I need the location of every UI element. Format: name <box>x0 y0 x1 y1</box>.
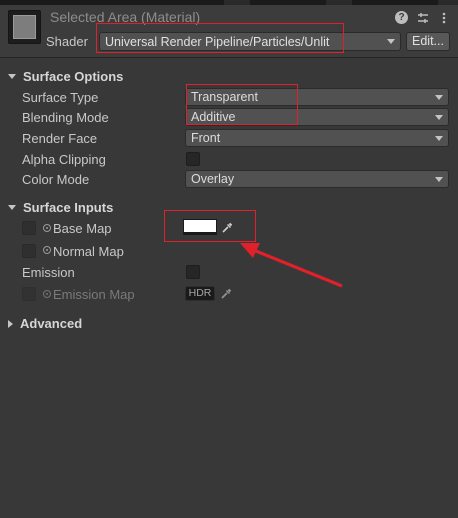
annotation-arrow-icon <box>240 243 343 288</box>
surface-inputs-foldout[interactable]: Surface Inputs <box>8 200 113 215</box>
render-face-value: Front <box>191 131 221 145</box>
annotation-box-surface-blend <box>186 84 298 125</box>
chevron-down-icon <box>8 74 16 79</box>
chevron-down-icon <box>8 205 16 210</box>
surface-type-label: Surface Type <box>22 90 99 105</box>
base-map-label: Base Map <box>53 221 112 236</box>
chevron-down-icon <box>435 136 443 141</box>
base-map-texture-slot[interactable] <box>22 221 36 235</box>
object-picker-icon[interactable] <box>43 290 51 298</box>
normal-map-texture-slot[interactable] <box>22 244 36 258</box>
emission-checkbox[interactable] <box>186 265 200 279</box>
section-title: Surface Options <box>23 69 124 84</box>
alpha-clipping-label: Alpha Clipping <box>22 152 106 167</box>
color-mode-label: Color Mode <box>22 172 90 187</box>
emission-map-texture-slot[interactable] <box>22 287 36 301</box>
emission-hdr-color[interactable]: HDR <box>185 286 215 301</box>
shader-label: Shader <box>46 34 88 49</box>
section-title: Surface Inputs <box>23 200 114 215</box>
advanced-foldout[interactable]: Advanced <box>8 316 82 331</box>
color-mode-value: Overlay <box>191 172 235 186</box>
alpha-clipping-checkbox[interactable] <box>186 152 200 166</box>
render-face-dropdown[interactable]: Front <box>185 129 449 147</box>
emission-map-label: Emission Map <box>53 287 135 302</box>
surface-options-foldout[interactable]: Surface Options <box>8 69 123 84</box>
chevron-down-icon <box>435 177 443 182</box>
color-mode-dropdown[interactable]: Overlay <box>185 170 449 188</box>
more-icon[interactable] <box>437 11 450 24</box>
section-title: Advanced <box>20 316 83 331</box>
render-face-label: Render Face <box>22 131 98 146</box>
chevron-right-icon <box>8 319 13 328</box>
header-icons: ? <box>395 11 450 24</box>
chevron-down-icon <box>387 39 395 44</box>
inspector-panel: Selected Area (Material) ? Shader Univer… <box>0 0 458 518</box>
object-picker-icon[interactable] <box>43 224 51 232</box>
help-icon[interactable]: ? <box>395 11 408 24</box>
annotation-box-shader <box>96 23 344 53</box>
settings-sliders-icon[interactable] <box>416 11 429 24</box>
object-picker-icon[interactable] <box>43 246 51 254</box>
normal-map-label: Normal Map <box>53 244 124 259</box>
blending-mode-label: Blending Mode <box>22 110 109 125</box>
chevron-down-icon <box>435 95 443 100</box>
edit-shader-button[interactable]: Edit... <box>406 32 450 51</box>
emission-label: Emission <box>22 265 75 280</box>
material-preview-icon <box>8 10 41 44</box>
chevron-down-icon <box>435 115 443 120</box>
